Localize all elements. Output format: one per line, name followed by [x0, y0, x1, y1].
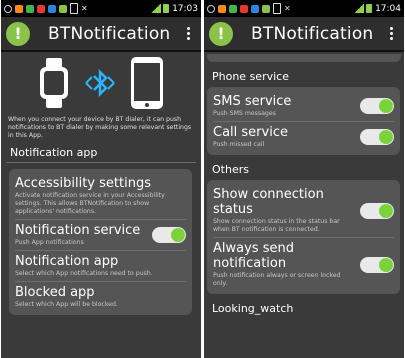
accessibility-settings-item[interactable]: Accessibility settings Activate notifica…: [15, 173, 186, 220]
item-subtitle: Push notification always or screen locke…: [213, 272, 341, 287]
item-title: Notification service: [15, 223, 141, 238]
battery-icon: [366, 4, 373, 13]
item-subtitle: Push missed call: [213, 141, 265, 148]
phone-screen-right: ✕ 17:04 ! BTNotification Phone service S…: [204, 0, 404, 358]
notification-icon: [26, 4, 34, 13]
usb-icon: ✕: [81, 3, 88, 13]
signal-icon: [151, 4, 162, 13]
item-subtitle: Activate notification service in your Ac…: [15, 192, 165, 215]
app-title: BTNotification: [48, 23, 171, 44]
notification-icon: [240, 4, 248, 13]
call-service-toggle[interactable]: [360, 129, 394, 145]
sms-service-item[interactable]: SMS service Push SMS messages: [213, 91, 394, 122]
item-title: Call service: [213, 125, 288, 140]
intro-text: When you connect your device by BT diale…: [8, 116, 192, 139]
show-connection-status-toggle[interactable]: [360, 202, 394, 219]
notification-icon: [251, 4, 259, 13]
item-subtitle: Push SMS messages: [213, 110, 276, 117]
notification-icon: [48, 4, 56, 13]
section-header-phone-service: Phone service: [212, 70, 289, 83]
notification-icon: [37, 4, 45, 13]
blocked-app-item[interactable]: Blocked app Select which App will be blo…: [15, 282, 186, 312]
item-subtitle: Push App notifications: [15, 239, 84, 246]
section-header-looking-watch: Looking_watch: [212, 302, 294, 315]
notification-service-item[interactable]: Notification service Push App notificati…: [15, 220, 186, 251]
phone-icon: [273, 3, 281, 14]
previous-card-edge: [207, 54, 401, 62]
search-icon: [207, 4, 215, 13]
item-title: SMS service: [213, 94, 292, 109]
notification-icon: [15, 4, 23, 13]
signal-icon: [354, 4, 365, 13]
bluetooth-icon: [85, 68, 115, 98]
battery-icon: [163, 4, 170, 13]
action-bar: ! BTNotification: [204, 17, 404, 52]
notification-icon: [218, 4, 226, 13]
overflow-menu-icon[interactable]: [382, 27, 400, 40]
app-icon: !: [6, 21, 30, 46]
smartphone-icon: [131, 57, 163, 109]
notification-icon: [229, 4, 237, 13]
notification-app-item[interactable]: Notification app Select which App notifi…: [15, 251, 186, 282]
item-subtitle: Select which App will be blocked.: [15, 301, 118, 308]
status-time: 17:04: [375, 3, 401, 14]
show-connection-status-item[interactable]: Show connection status Show connection s…: [213, 184, 394, 238]
status-bar: ✕ 17:03: [1, 0, 201, 17]
status-time: 17:03: [172, 3, 198, 14]
usb-icon: ✕: [284, 3, 291, 13]
always-send-notification-item[interactable]: Always send notification Push notificati…: [213, 238, 394, 291]
notification-service-toggle[interactable]: [152, 227, 186, 243]
others-card: Show connection status Show connection s…: [207, 180, 400, 294]
item-title: Show connection status: [213, 187, 324, 217]
sms-service-toggle[interactable]: [360, 98, 394, 114]
phone-icon: [70, 3, 78, 14]
phone-service-card: SMS service Push SMS messages Call servi…: [207, 87, 400, 155]
phone-screen-left: ✕ 17:03 ! BTNotification When you connec…: [1, 0, 201, 358]
notification-icon: [59, 4, 67, 13]
section-header-others: Others: [212, 163, 249, 176]
call-service-item[interactable]: Call service Push missed call: [213, 122, 394, 152]
item-title: Blocked app: [15, 285, 95, 300]
item-subtitle: Select which App notifications need to p…: [15, 270, 153, 277]
section-header-notification-app: Notification app: [6, 140, 196, 163]
smartwatch-icon: [40, 58, 68, 108]
item-title: Accessibility settings: [15, 176, 151, 191]
notification-icon: [262, 4, 270, 13]
item-title: Always send notification: [213, 241, 294, 271]
settings-card: Accessibility settings Activate notifica…: [9, 169, 192, 315]
search-icon: [4, 4, 12, 13]
app-icon: !: [209, 21, 233, 46]
app-title: BTNotification: [251, 23, 374, 44]
item-subtitle: Show connection status in the status bar…: [213, 218, 340, 233]
always-send-notification-toggle[interactable]: [360, 256, 394, 273]
settings-list: When you connect your device by BT diale…: [1, 52, 201, 315]
item-title: Notification app: [15, 254, 119, 269]
status-bar: ✕ 17:04: [204, 0, 404, 17]
action-bar: ! BTNotification: [1, 17, 201, 52]
overflow-menu-icon[interactable]: [179, 27, 197, 40]
hero-illustration: [6, 52, 196, 114]
